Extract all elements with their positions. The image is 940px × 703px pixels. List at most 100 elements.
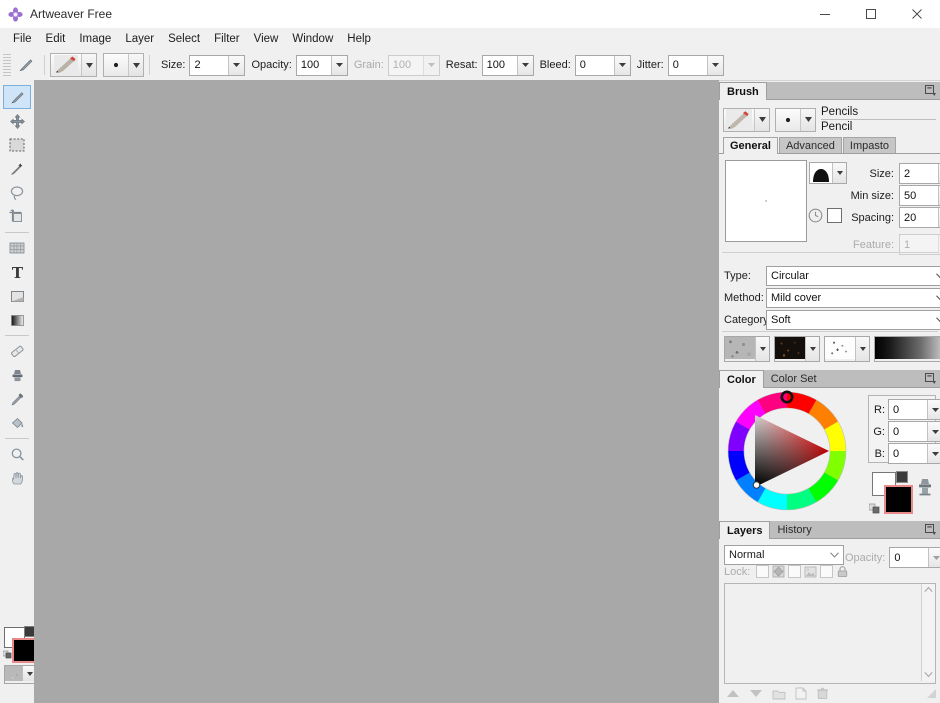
menu-file[interactable]: File [6,30,39,48]
layer-list[interactable] [724,583,936,684]
chevron-down-icon[interactable] [855,337,869,361]
tool-rect-select[interactable] [3,133,31,157]
green-input[interactable]: 0 [888,421,940,442]
tool-pattern[interactable] [3,236,31,260]
spacing-controls [808,208,842,223]
chevron-down-icon[interactable] [706,55,723,75]
brush-tip-button[interactable] [103,53,144,77]
tool-magic-wand[interactable] [3,157,31,181]
toolbar-grip[interactable] [3,54,11,76]
brush-preview[interactable] [725,160,807,242]
scroll-up-icon[interactable] [924,586,933,593]
tab-history[interactable]: History [770,522,819,538]
jitter-input[interactable]: 0 [667,54,724,76]
tab-impasto[interactable]: Impasto [842,137,897,153]
trash-icon[interactable] [816,687,829,700]
tool-brush[interactable] [3,85,31,109]
tool-hand[interactable] [3,466,31,490]
brush-size-input[interactable]: 2 [899,163,940,184]
brush-min-size-input[interactable]: 50 [899,185,940,206]
tool-text[interactable]: T [3,260,31,284]
menu-filter[interactable]: Filter [207,30,247,48]
foreground-color-swatch[interactable] [884,485,913,514]
grain-swatch-button[interactable] [724,336,770,362]
folder-icon[interactable] [772,688,786,700]
arrow-down-icon[interactable] [749,688,763,699]
lock-transparency-checkbox[interactable] [756,565,770,578]
tool-eyedropper[interactable] [3,387,31,411]
brush-category-button[interactable] [723,107,770,132]
panel-menu-icon[interactable] [924,84,937,97]
layer-list-scrollbar[interactable] [921,584,935,681]
menu-image[interactable]: Image [72,30,118,48]
tab-layers[interactable]: Layers [719,521,771,539]
chevron-down-icon[interactable] [516,55,533,75]
minimize-button[interactable] [802,0,848,28]
tab-color[interactable]: Color [719,370,764,388]
color-wheel[interactable] [725,389,849,513]
clock-icon[interactable] [808,208,823,223]
brush-variant-button[interactable] [775,107,816,132]
quick-color-icon[interactable] [896,471,908,483]
tool-shape[interactable] [3,284,31,308]
texture-swatch-button[interactable] [774,336,820,362]
resat-input[interactable]: 100 [481,54,534,76]
reset-colors-icon[interactable] [3,649,13,659]
chevron-down-icon[interactable] [927,400,940,419]
chevron-down-icon[interactable] [330,55,347,75]
chevron-down-icon[interactable] [927,444,940,463]
brush-category-select[interactable]: Soft [766,310,940,330]
resize-grip[interactable] [926,688,937,699]
menu-view[interactable]: View [247,30,286,48]
opacity-input[interactable]: 100 [295,54,348,76]
red-input[interactable]: 0 [888,399,940,420]
paper-texture-button[interactable] [4,665,37,684]
chevron-down-icon[interactable] [927,422,940,441]
layer-opacity-input[interactable]: 0 [889,547,940,568]
clone-color-icon[interactable] [917,478,933,496]
chevron-down-icon[interactable] [928,548,940,567]
menu-edit[interactable]: Edit [39,30,73,48]
size-input[interactable]: 2 [189,54,246,76]
brush-spacing-input[interactable]: 20 [899,207,940,228]
chevron-down-icon[interactable] [755,337,769,361]
canvas-workspace[interactable] [34,80,719,703]
panel-menu-icon[interactable] [924,523,937,536]
tool-clone-stamp[interactable] [3,363,31,387]
tab-brush[interactable]: Brush [719,82,767,100]
tool-move[interactable] [3,109,31,133]
tool-gradient[interactable] [3,308,31,332]
chevron-down-icon[interactable] [228,55,245,75]
panel-menu-icon[interactable] [924,372,937,385]
scroll-down-icon[interactable] [924,671,933,678]
menu-select[interactable]: Select [161,30,207,48]
blend-mode-select[interactable]: Normal [724,545,844,565]
brush-method-select[interactable]: Mild cover [766,288,940,308]
maximize-button[interactable] [848,0,894,28]
close-button[interactable] [894,0,940,28]
splatter-swatch-button[interactable] [824,336,870,362]
chevron-down-icon[interactable] [613,55,630,75]
lock-all-checkbox[interactable] [820,565,834,578]
menu-layer[interactable]: Layer [118,30,161,48]
blue-input[interactable]: 0 [888,443,940,464]
tab-color-set[interactable]: Color Set [763,371,824,387]
tab-general[interactable]: General [723,137,778,154]
brush-preset-button[interactable] [50,53,97,77]
tool-paint-bucket[interactable] [3,411,31,435]
arrow-up-icon[interactable] [726,688,740,699]
tool-zoom[interactable] [3,442,31,466]
brush-type-select[interactable]: Circular [766,266,940,286]
bleed-input[interactable]: 0 [574,54,631,76]
tool-crop[interactable] [3,205,31,229]
menu-window[interactable]: Window [285,30,340,48]
tool-lasso[interactable] [3,181,31,205]
gradient-swatch-button[interactable] [874,336,940,362]
new-page-icon[interactable] [795,687,807,700]
tab-advanced[interactable]: Advanced [778,137,842,153]
tool-eraser[interactable] [3,339,31,363]
lock-image-checkbox[interactable] [788,565,802,578]
chevron-down-icon[interactable] [805,337,819,361]
reset-colors-icon[interactable] [869,502,881,514]
menu-help[interactable]: Help [340,30,378,48]
